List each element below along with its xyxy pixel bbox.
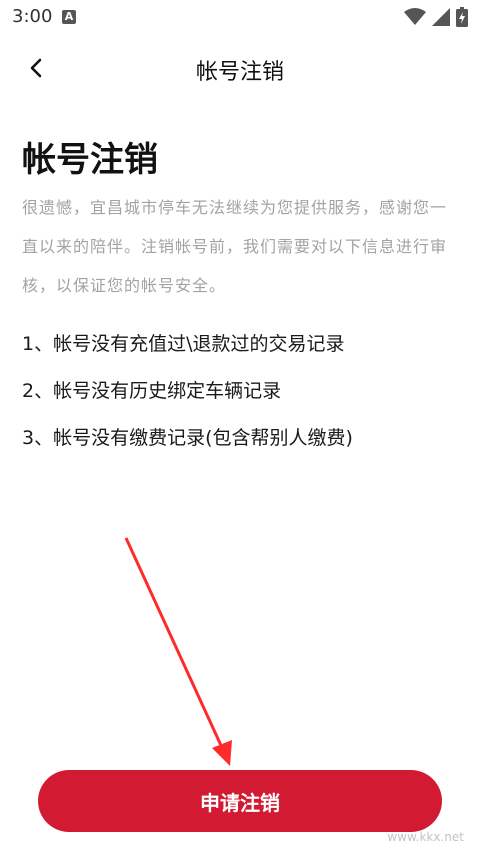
status-bar: 3:00 A [0, 0, 480, 34]
requirement-item-3: 3、帐号没有缴费记录(包含帮别人缴费) [22, 427, 353, 449]
wifi-icon [404, 8, 426, 25]
notification-icon: A [62, 10, 76, 24]
status-time: 3:00 [12, 6, 53, 27]
requirement-item-1: 1、帐号没有充值过\退款过的交易记录 [22, 333, 345, 355]
intro-text: 很遗憾，宜昌城市停车无法继续为您提供服务，感谢您一直以来的陪伴。注销帐号前，我们… [22, 198, 448, 295]
apply-cancel-button[interactable]: 申请注销 [38, 770, 442, 832]
battery-icon [456, 7, 468, 27]
signal-icon [432, 8, 450, 26]
nav-title: 帐号注销 [195, 60, 284, 85]
back-arrow-icon[interactable] [22, 54, 50, 82]
page-heading: 帐号注销 [22, 140, 158, 180]
nav-bar: 帐号注销 [0, 34, 480, 102]
requirement-list: 1、帐号没有充值过\退款过的交易记录 2、帐号没有历史绑定车辆记录 3、帐号没有… [22, 324, 462, 465]
requirement-item-2: 2、帐号没有历史绑定车辆记录 [22, 380, 282, 402]
watermark: www.kkx.net [387, 830, 464, 844]
status-icons [404, 6, 468, 28]
